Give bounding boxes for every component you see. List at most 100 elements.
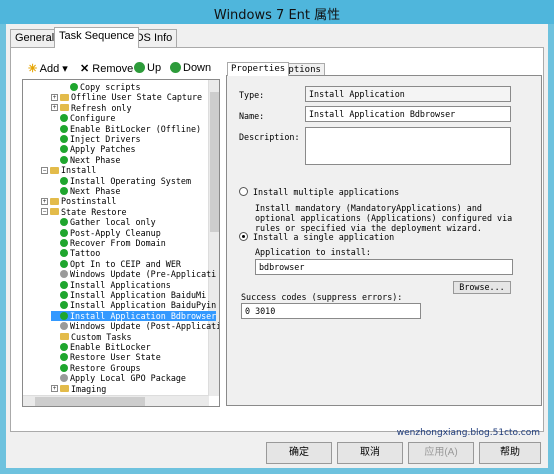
tree-node-label: Tattoo bbox=[70, 248, 101, 259]
tree-node-label: Custom Tasks bbox=[71, 331, 132, 342]
tree-node[interactable]: + Postinstall bbox=[41, 196, 116, 206]
expand-toggle-icon[interactable]: − bbox=[41, 166, 48, 174]
tree-node[interactable]: Install Applications bbox=[51, 280, 171, 290]
tree-node[interactable]: Restore Groups bbox=[51, 363, 141, 373]
apply-button[interactable]: 应用(A) bbox=[408, 442, 474, 464]
tree-node[interactable]: + Refresh only bbox=[51, 103, 132, 113]
tree-node[interactable]: − Install bbox=[41, 165, 96, 175]
tree-node-label: Recover From Domain bbox=[70, 238, 166, 248]
expand-toggle-icon[interactable]: + bbox=[41, 197, 48, 205]
folder-icon bbox=[60, 333, 69, 341]
up-arrow-icon bbox=[134, 62, 145, 73]
tree-node-label: Install Operating System bbox=[70, 175, 192, 186]
tree-node[interactable]: Enable BitLocker bbox=[51, 342, 151, 352]
folder-icon bbox=[50, 166, 59, 174]
tree-node[interactable]: Next Phase bbox=[51, 155, 120, 165]
tree-node[interactable]: − State Restore bbox=[41, 207, 127, 217]
task-sequence-tree[interactable]: Copy scripts + Offline User State Capture +… bbox=[22, 79, 220, 407]
tree-node[interactable]: Next Phase bbox=[51, 186, 120, 196]
tree-node[interactable]: + Offline User State Capture bbox=[51, 92, 202, 102]
window-title: Windows 7 Ent 属性 bbox=[213, 8, 341, 23]
expand-toggle-icon[interactable]: + bbox=[51, 385, 58, 393]
cancel-button[interactable]: 取消 bbox=[337, 442, 403, 464]
folder-icon bbox=[60, 93, 69, 101]
tab-general[interactable]: General bbox=[10, 29, 60, 47]
tree-node[interactable]: Configure bbox=[51, 113, 115, 123]
tab-properties[interactable]: Properties bbox=[227, 62, 290, 76]
tree-node[interactable]: Tattoo bbox=[51, 248, 100, 258]
tree-node-label: Next Phase bbox=[70, 154, 121, 165]
tree-node-label: Post-Apply Cleanup bbox=[70, 227, 161, 238]
tree-node[interactable]: Gather local only bbox=[51, 217, 156, 227]
expand-toggle-icon[interactable]: − bbox=[41, 208, 48, 216]
step-check-icon bbox=[60, 280, 68, 289]
tree-node[interactable]: Opt In to CEIP and WER bbox=[51, 259, 181, 269]
tree-node[interactable]: Apply Patches bbox=[51, 144, 136, 154]
tree-node[interactable]: Windows Update (Post-Applicati bbox=[51, 321, 219, 331]
folder-icon bbox=[60, 385, 69, 393]
scroll-thumb[interactable] bbox=[210, 92, 219, 232]
tree-node[interactable]: Custom Tasks bbox=[51, 332, 132, 342]
tree-node[interactable]: Inject Drivers bbox=[51, 134, 141, 144]
up-button[interactable]: Up bbox=[134, 62, 161, 74]
success-codes-field[interactable]: 0 3010 bbox=[241, 303, 421, 319]
step-check-icon bbox=[60, 187, 68, 195]
app-to-install-field[interactable]: bdbrowser bbox=[255, 259, 513, 275]
tree-node[interactable]: Install Application BaiduMi bbox=[51, 290, 206, 300]
step-check-icon bbox=[70, 83, 78, 91]
remove-button[interactable]: ✕ Remove bbox=[80, 62, 133, 75]
description-label: Description: bbox=[239, 132, 300, 142]
expand-toggle-icon[interactable]: + bbox=[51, 104, 58, 112]
tree-node-label: Refresh only bbox=[71, 102, 132, 113]
dialog-client: General Task Sequence OS Info ✳ Add ▾ ✕ … bbox=[6, 24, 548, 468]
description-field[interactable] bbox=[305, 127, 511, 165]
folder-icon bbox=[50, 208, 59, 216]
name-label: Name: bbox=[239, 111, 265, 121]
tree-node[interactable]: Install Operating System bbox=[51, 176, 191, 186]
tree-node[interactable]: Enable BitLocker (Offline) bbox=[51, 124, 201, 134]
tree-node[interactable]: Install Application Bdbrowser bbox=[51, 310, 217, 321]
tree-node-label: Install Application BaiduPyin bbox=[70, 300, 217, 311]
tab-task-sequence[interactable]: Task Sequence bbox=[54, 27, 140, 48]
success-codes-label: Success codes (suppress errors): bbox=[241, 292, 403, 302]
step-check-icon bbox=[60, 176, 68, 185]
tree-node[interactable]: Install Application BaiduPyin bbox=[51, 300, 216, 310]
tree-node-label: Windows Update (Pre-Applicati bbox=[70, 269, 217, 280]
step-check-icon bbox=[60, 145, 68, 154]
tree-node-label: Offline User State Capture bbox=[71, 92, 203, 103]
tree-node-label: Configure bbox=[70, 113, 116, 124]
add-button[interactable]: ✳ Add ▾ bbox=[28, 62, 68, 75]
down-button[interactable]: Down bbox=[170, 62, 211, 74]
tree-node[interactable]: Copy scripts bbox=[61, 82, 141, 92]
help-button[interactable]: 帮助 bbox=[479, 442, 541, 464]
scroll-thumb[interactable] bbox=[35, 397, 145, 406]
step-check-icon bbox=[60, 259, 68, 268]
tree-node[interactable]: Restore User State bbox=[51, 352, 161, 362]
step-check-icon bbox=[60, 249, 68, 258]
add-icon: ✳ bbox=[28, 63, 38, 75]
step-check-icon bbox=[60, 363, 68, 372]
down-arrow-icon bbox=[170, 62, 181, 73]
tree-horizontal-scrollbar[interactable] bbox=[23, 395, 209, 406]
tree-node[interactable]: Post-Apply Cleanup bbox=[51, 228, 161, 238]
install-single-label: Install a single application bbox=[253, 232, 395, 242]
type-label: Type: bbox=[239, 90, 265, 100]
name-field[interactable]: Install Application Bdbrowser bbox=[305, 106, 511, 122]
tree-node[interactable]: Recover From Domain bbox=[51, 238, 166, 248]
install-single-radio[interactable] bbox=[239, 232, 248, 241]
tree-vertical-scrollbar[interactable] bbox=[208, 80, 219, 396]
tree-node[interactable]: Apply Local GPO Package bbox=[51, 373, 186, 383]
step-check-icon bbox=[60, 353, 68, 362]
ok-button[interactable]: 确定 bbox=[266, 442, 332, 464]
install-multiple-radio[interactable] bbox=[239, 187, 248, 196]
type-field: Install Application bbox=[305, 86, 511, 102]
tree-node-label: Next Phase bbox=[70, 186, 121, 196]
folder-icon bbox=[50, 197, 59, 205]
browse-button[interactable]: Browse... bbox=[453, 281, 511, 294]
tree-node[interactable]: Windows Update (Pre-Applicati bbox=[51, 269, 216, 279]
tree-node-label: Restore Groups bbox=[70, 362, 141, 373]
expand-toggle-icon[interactable]: + bbox=[51, 93, 58, 101]
tree-node[interactable]: + Imaging bbox=[51, 384, 106, 394]
tree-node-label: Enable BitLocker (Offline) bbox=[70, 123, 202, 134]
disabled-step-icon bbox=[60, 270, 68, 279]
